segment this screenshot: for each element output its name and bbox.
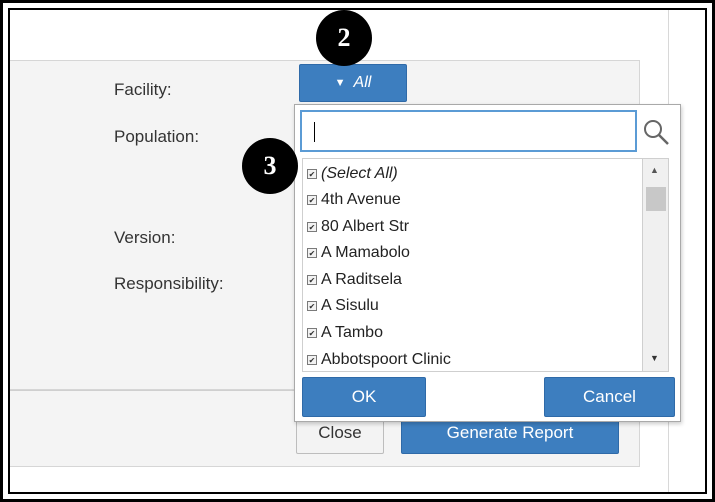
step-2-badge: 2	[316, 10, 372, 66]
checkbox-checked-icon[interactable]: ✔	[307, 222, 317, 232]
text-caret	[314, 122, 315, 142]
list-item[interactable]: ✔ A Raditsela	[307, 267, 402, 293]
list-item-label: A Tambo	[321, 324, 383, 341]
scroll-up-arrow-icon[interactable]: ▲	[650, 165, 659, 175]
checkbox-checked-icon[interactable]: ✔	[307, 301, 317, 311]
list-item-select-all[interactable]: ✔ (Select All)	[307, 161, 398, 187]
list-item[interactable]: ✔ 80 Albert Str	[307, 214, 409, 240]
list-item-label: A Sisulu	[321, 297, 379, 314]
cancel-button[interactable]: Cancel	[544, 377, 675, 417]
list-scrollbar[interactable]: ▲ ▼	[643, 158, 669, 372]
scroll-thumb[interactable]	[646, 187, 666, 211]
list-item-label: 80 Albert Str	[321, 218, 410, 235]
checkbox-checked-icon[interactable]: ✔	[307, 328, 317, 338]
facility-filter-button[interactable]: ▼ All	[299, 64, 407, 102]
ok-button[interactable]: OK	[302, 377, 426, 417]
list-item-label: A Raditsela	[321, 271, 402, 288]
responsibility-label: Responsibility:	[114, 274, 224, 293]
facility-search-input[interactable]	[300, 110, 637, 152]
checkbox-checked-icon[interactable]: ✔	[307, 355, 317, 365]
list-item[interactable]: ✔ 4th Avenue	[307, 187, 401, 213]
list-item[interactable]: ✔ A Mamabolo	[307, 240, 410, 266]
list-item-label: 4th Avenue	[321, 191, 401, 208]
list-item-label: A Mamabolo	[321, 244, 410, 261]
list-item-label: Abbotspoort Clinic	[321, 351, 451, 368]
facility-label: Facility:	[114, 80, 172, 99]
version-label: Version:	[114, 228, 176, 247]
scroll-down-arrow-icon[interactable]: ▼	[650, 353, 659, 363]
list-item[interactable]: ✔ Abbotspoort Clinic	[307, 347, 451, 371]
facility-list[interactable]: ✔ (Select All) ✔ 4th Avenue ✔ 80 Albert …	[302, 158, 643, 372]
list-item[interactable]: ✔ A Tambo	[307, 320, 383, 346]
list-item-label: (Select All)	[321, 165, 398, 182]
checkbox-checked-icon[interactable]: ✔	[307, 275, 317, 285]
facility-filter-value: All	[353, 74, 372, 91]
magnifier-icon[interactable]	[641, 117, 671, 147]
checkbox-checked-icon[interactable]: ✔	[307, 169, 317, 179]
step-3-badge: 3	[242, 138, 298, 194]
checkbox-checked-icon[interactable]: ✔	[307, 195, 317, 205]
population-label: Population:	[114, 127, 200, 146]
list-item[interactable]: ✔ A Sisulu	[307, 293, 379, 319]
checkbox-checked-icon[interactable]: ✔	[307, 248, 317, 258]
filter-icon: ▼	[334, 77, 346, 89]
